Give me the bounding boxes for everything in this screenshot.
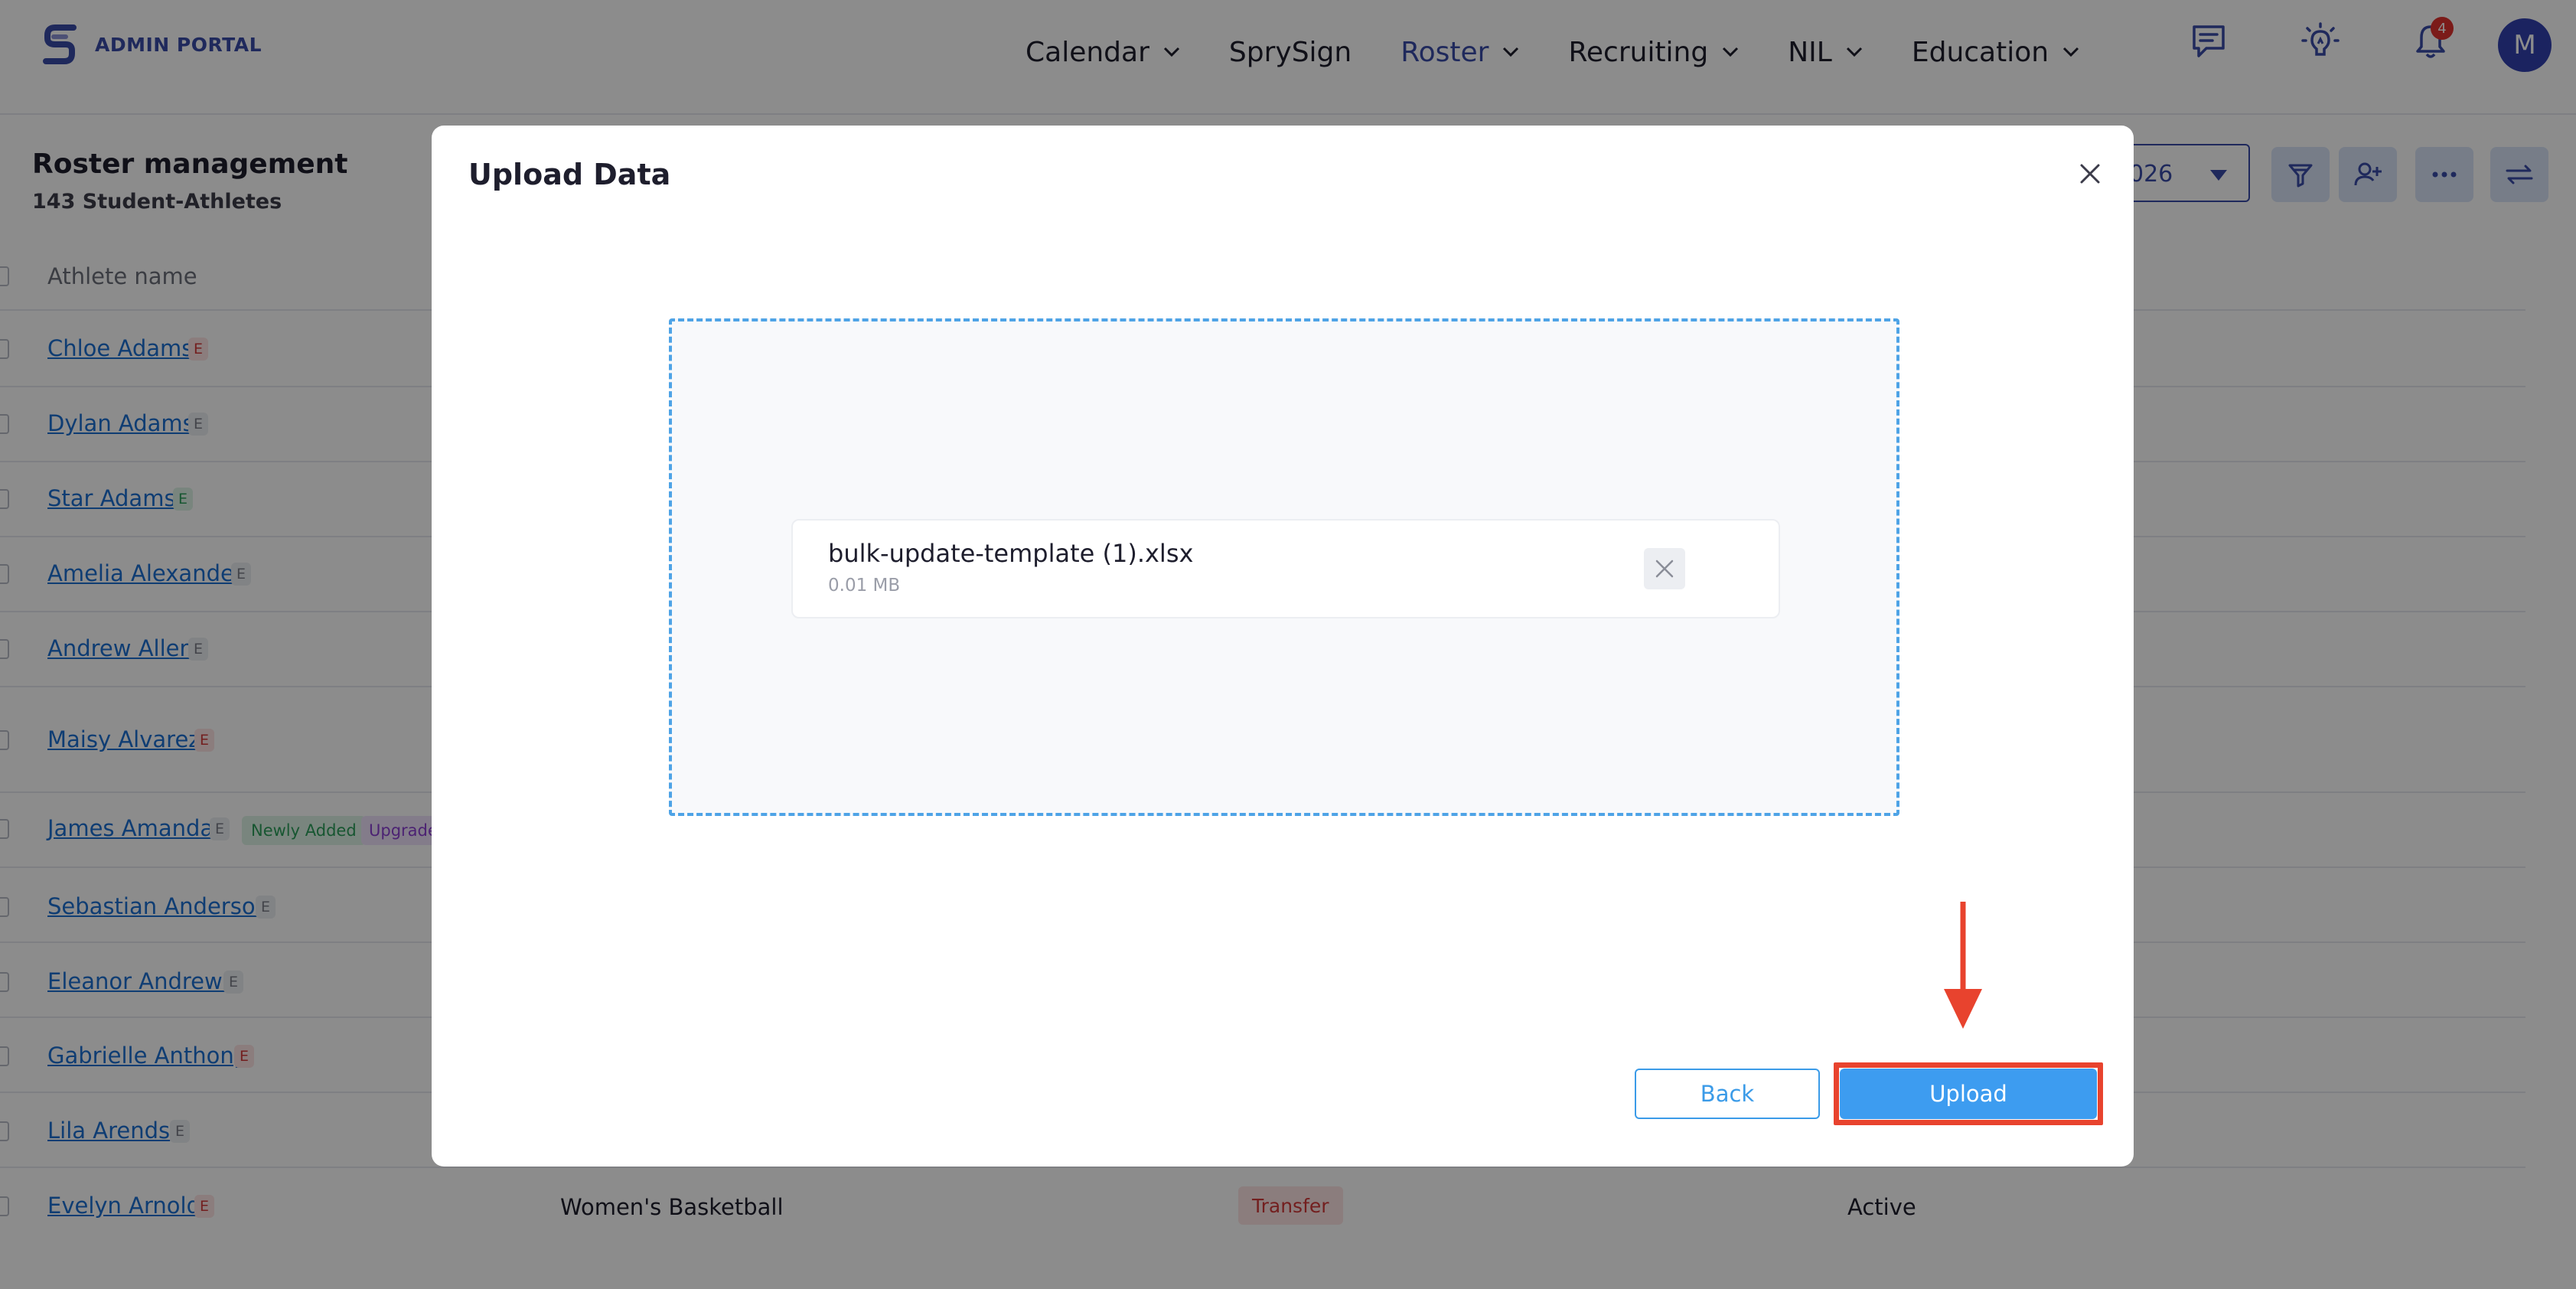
remove-file-button[interactable] [1644, 548, 1685, 589]
close-icon [1655, 560, 1674, 578]
upload-data-modal: Upload Data bulk-update-template (1).xls… [432, 126, 2134, 1167]
back-button[interactable]: Back [1635, 1069, 1820, 1119]
close-button[interactable] [2071, 155, 2109, 193]
modal-title: Upload Data [468, 158, 671, 191]
close-icon [2080, 164, 2100, 184]
arrow-down-icon [1944, 902, 1982, 1029]
file-dropzone[interactable]: bulk-update-template (1).xlsx 0.01 MB [669, 318, 1899, 816]
uploaded-file-card: bulk-update-template (1).xlsx 0.01 MB [791, 519, 1780, 618]
file-name: bulk-update-template (1).xlsx [828, 539, 1194, 568]
file-size: 0.01 MB [828, 576, 901, 596]
upload-button-highlight [1834, 1062, 2103, 1125]
